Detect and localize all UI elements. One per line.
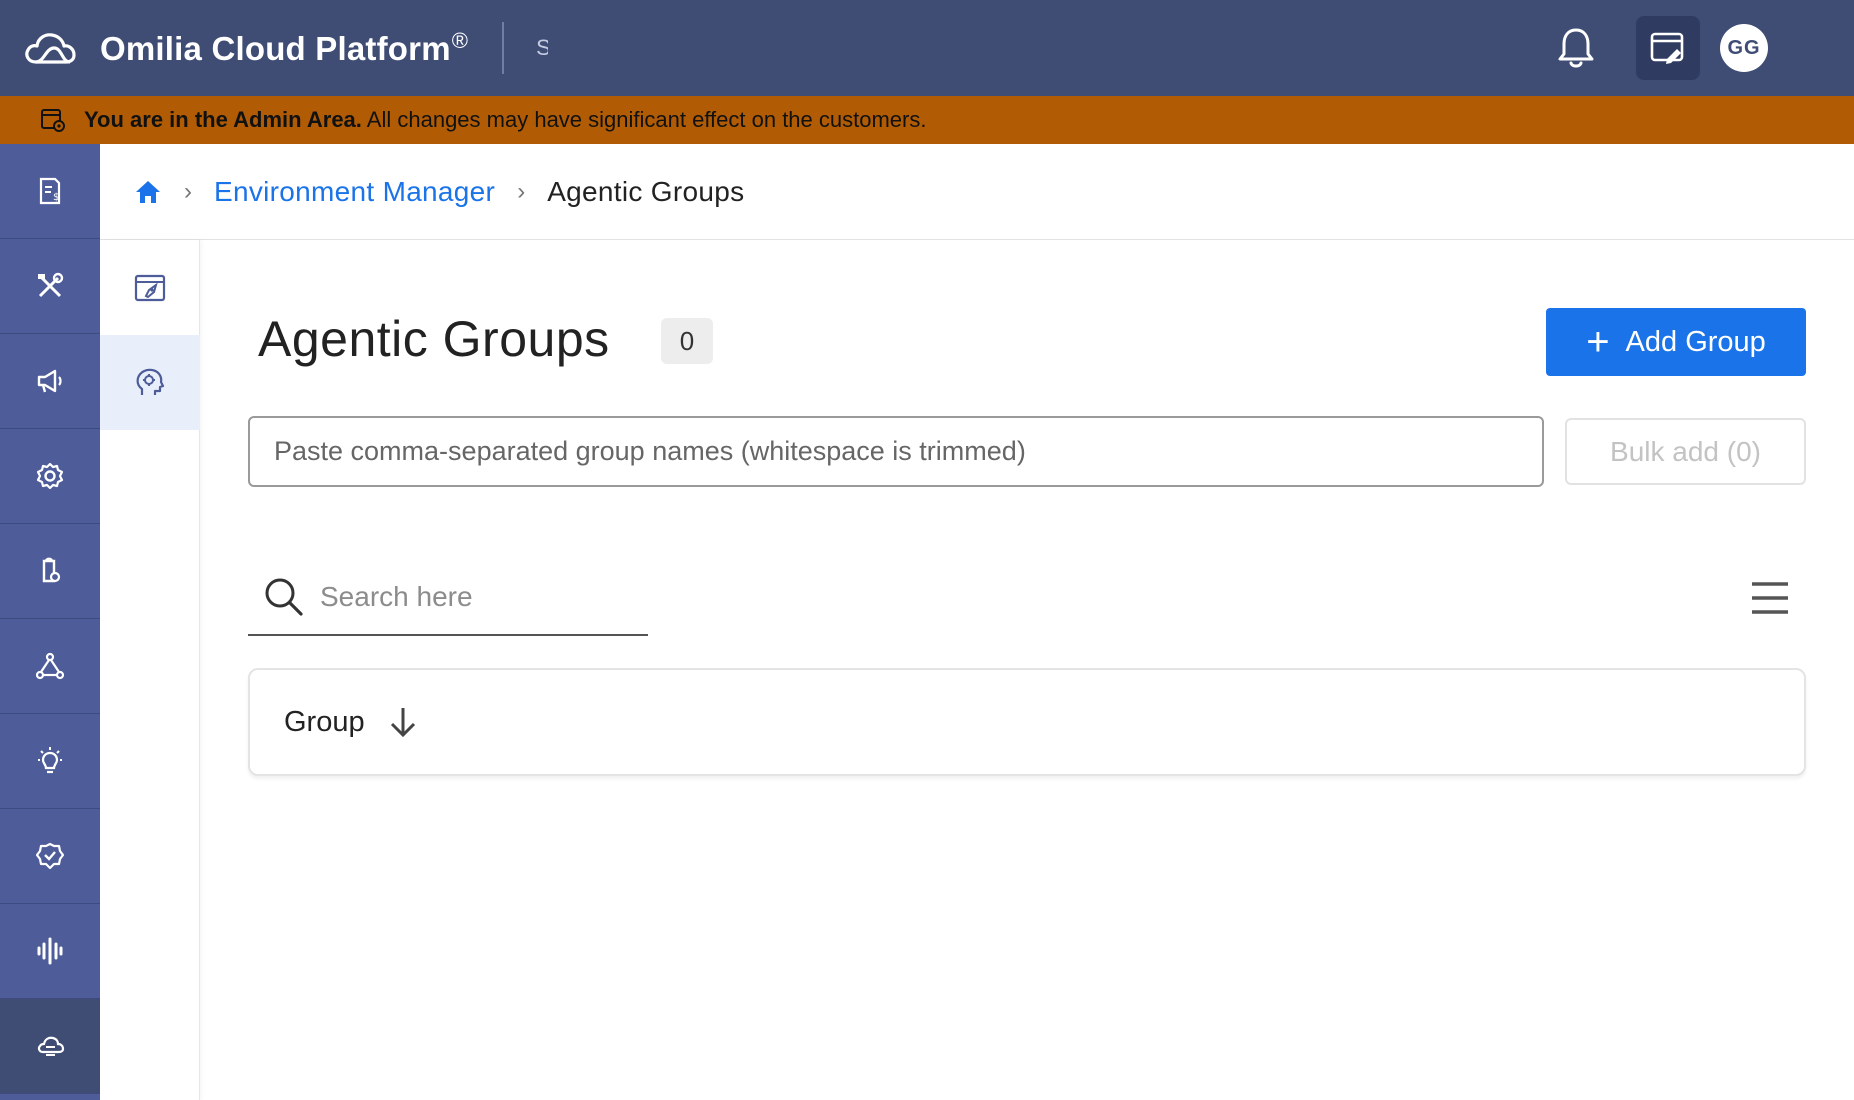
header-actions: GG bbox=[1554, 0, 1854, 96]
nav-item-environment[interactable] bbox=[0, 999, 100, 1094]
badge-check-icon bbox=[35, 842, 65, 870]
brand[interactable]: Omilia Cloud Platform® bbox=[22, 0, 468, 96]
subnav-item-deployments[interactable] bbox=[100, 240, 200, 335]
column-header-group[interactable]: Group bbox=[284, 704, 421, 740]
groups-table: Group bbox=[248, 668, 1806, 776]
svg-text:$: $ bbox=[53, 192, 59, 203]
clipboard-icon bbox=[42, 557, 61, 583]
megaphone-icon bbox=[37, 369, 62, 393]
main-nav-rail: $ bbox=[0, 144, 100, 1100]
admin-warning-banner: You are in the Admin Area. All changes m… bbox=[0, 96, 1854, 144]
lightbulb-icon bbox=[38, 747, 62, 774]
notifications-button[interactable] bbox=[1554, 24, 1598, 72]
add-group-button[interactable]: + Add Group bbox=[1546, 308, 1806, 376]
invoice-icon: $ bbox=[39, 177, 61, 205]
nav-item-certification[interactable] bbox=[0, 809, 100, 904]
cloud-environment-icon bbox=[37, 1036, 65, 1056]
column-menu-icon[interactable] bbox=[1750, 580, 1790, 616]
tools-icon bbox=[38, 272, 64, 298]
nav-item-insights[interactable] bbox=[0, 714, 100, 809]
breadcrumb-link-environment-manager[interactable]: Environment Manager bbox=[214, 176, 495, 208]
bell-icon bbox=[1558, 28, 1594, 68]
subnav-item-agentic-groups[interactable] bbox=[100, 335, 200, 430]
header-divider bbox=[502, 22, 505, 74]
admin-area-button[interactable] bbox=[1636, 16, 1700, 80]
bulk-group-names-input[interactable] bbox=[248, 416, 1544, 487]
nav-item-announcements[interactable] bbox=[0, 334, 100, 429]
top-header: Omilia Cloud Platform® S GG bbox=[0, 0, 1854, 96]
gear-icon bbox=[36, 462, 64, 490]
nav-item-tools[interactable] bbox=[0, 239, 100, 334]
home-icon[interactable] bbox=[134, 178, 162, 206]
rocket-deploy-icon bbox=[134, 274, 166, 301]
banner-message: You are in the Admin Area. All changes m… bbox=[84, 107, 927, 132]
sub-nav-rail bbox=[100, 240, 200, 1100]
chevron-right-icon: › bbox=[184, 177, 192, 205]
plus-icon: + bbox=[1586, 320, 1610, 364]
column-header-label: Group bbox=[284, 705, 365, 738]
chevron-right-icon: › bbox=[517, 177, 526, 205]
network-nodes-icon bbox=[35, 652, 65, 680]
search-icon bbox=[265, 578, 303, 616]
user-avatar[interactable]: GG bbox=[1720, 24, 1768, 72]
app-title: Omilia Cloud Platform® bbox=[100, 28, 469, 67]
admin-area-icon bbox=[1650, 32, 1684, 64]
nav-item-clipboard[interactable] bbox=[0, 524, 100, 619]
agentic-head-icon bbox=[136, 368, 165, 395]
breadcrumb: › Environment Manager › Agentic Groups bbox=[100, 144, 1854, 240]
search-field bbox=[248, 560, 648, 636]
nav-item-billing[interactable]: $ bbox=[0, 144, 100, 239]
nav-item-network[interactable] bbox=[0, 619, 100, 714]
cloud-logo-icon bbox=[25, 33, 76, 64]
breadcrumb-current: Agentic Groups bbox=[547, 175, 745, 207]
arrow-down-sort-icon[interactable] bbox=[385, 704, 421, 740]
group-count-badge: 0 bbox=[661, 318, 713, 364]
admin-settings-icon bbox=[41, 109, 65, 132]
page-title: Agentic Groups bbox=[258, 311, 610, 367]
bulk-add-button[interactable]: Bulk add (0) bbox=[1565, 418, 1806, 485]
add-group-label: Add Group bbox=[1625, 325, 1766, 358]
nav-item-audio[interactable] bbox=[0, 904, 100, 999]
nav-item-settings[interactable] bbox=[0, 429, 100, 524]
environment-label[interactable]: S bbox=[536, 35, 548, 61]
search-input[interactable] bbox=[320, 581, 640, 613]
audio-wave-icon bbox=[37, 937, 63, 965]
